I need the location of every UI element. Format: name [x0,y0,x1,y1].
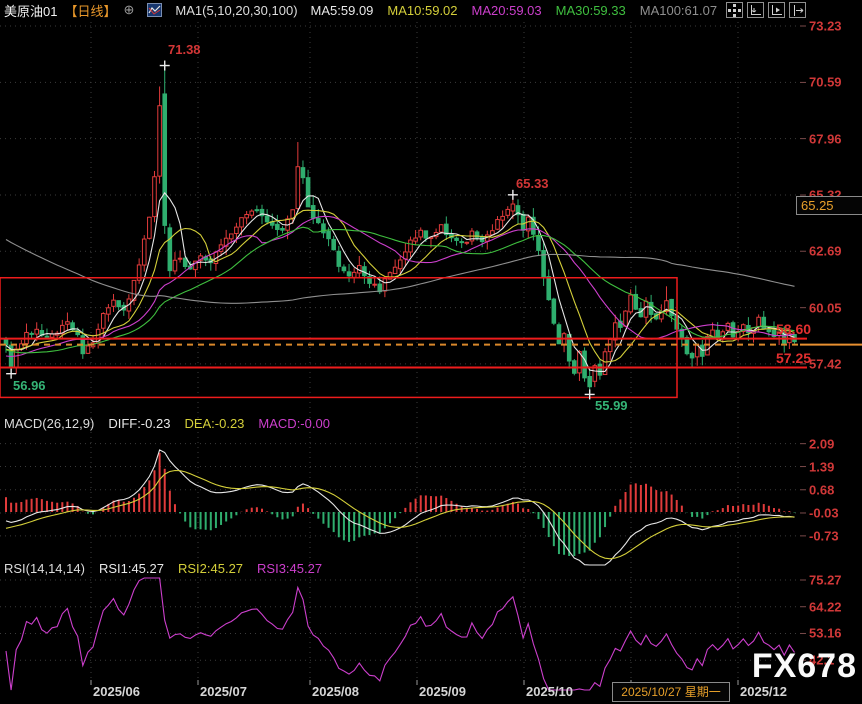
rsi-legend: RSI1:45.27 RSI2:45.27 RSI3:45.27 [99,561,322,576]
ma-value-label: MA10:59.02 [387,3,457,18]
price-axis-tick: 60.05 [809,300,861,315]
ma-value-label: MA5:59.09 [311,3,374,18]
macd-axis-tick: 0.68 [809,482,861,497]
ma-value-label: MA100:61.07 [640,3,717,18]
hline2-price-label: 57.25 [776,350,811,366]
trading-chart-window: 美原油01 【日线】 ⊕ MA1(5,10,20,30,100) MA5:59.… [0,0,862,704]
price-axis-tick: 70.59 [809,75,861,90]
annotation-high-2: 65.33 [516,176,549,191]
ma-value-label: MA30:59.33 [556,3,626,18]
time-axis-label: 2025/12 [740,684,787,699]
macd-axis-tick: -0.73 [809,528,861,543]
macd-axis-tick: 1.39 [809,459,861,474]
rsi-value-label: RSI2:45.27 [178,561,243,576]
annotation-low-1: 56.96 [13,378,46,393]
rsi-axis-tick: 75.27 [809,573,861,588]
time-axis-label: 2025/07 [200,684,247,699]
fx678-watermark: FX678 [752,647,857,686]
chart-header: 美原油01 【日线】 ⊕ MA1(5,10,20,30,100) MA5:59.… [4,0,717,20]
rsi-axis-tick: 53.16 [809,626,861,641]
time-axis-label: 2025/09 [419,684,466,699]
time-axis-label: 2025/08 [312,684,359,699]
macd-value-label: MACD:-0.00 [258,416,330,431]
rsi-axis-tick: 64.22 [809,599,861,614]
macd-header: MACD(26,12,9) DIFF:-0.23 DEA:-0.23 MACD:-0… [4,416,330,431]
chart-toolbar [726,2,806,18]
macd-value-label: DIFF:-0.23 [108,416,170,431]
axis-price-marker: 65.25 [796,196,862,215]
price-axis-tick: 57.42 [809,356,861,371]
mini-chart-icon[interactable] [147,3,162,17]
rsi-value-label: RSI1:45.27 [99,561,164,576]
symbol-name: 美原油01 [4,1,57,20]
rsi-value-label: RSI3:45.27 [257,561,322,576]
rsi-header: RSI(14,14,14) RSI1:45.27 RSI2:45.27 RSI3:4… [4,561,322,576]
macd-axis-tick: 2.09 [809,436,861,451]
chart-canvas[interactable] [0,0,862,704]
macd-legend: DIFF:-0.23 DEA:-0.23 MACD:-0.00 [108,416,330,431]
timeframe-label[interactable]: 【日线】 [64,1,116,20]
move-chart-icon[interactable] [726,2,743,18]
macd-title: MACD(26,12,9) [4,416,94,431]
ma-legend: MA5:59.09 MA10:59.02 MA20:59.03 MA30:59.33 M… [311,3,718,18]
collapse-icon[interactable]: ⊕ [123,2,134,18]
time-axis-label: 2025/06 [93,684,140,699]
pan-right-icon[interactable] [789,2,806,18]
scale-right-icon[interactable] [768,2,785,18]
time-axis-label: 2025/10 [526,684,573,699]
macd-axis-tick: -0.03 [809,505,861,520]
hline1-price-label: 58.60 [776,321,811,337]
scale-left-icon[interactable] [747,2,764,18]
macd-value-label: DEA:-0.23 [184,416,244,431]
price-axis-tick: 73.23 [809,19,861,34]
ma-value-label: MA20:59.03 [472,3,542,18]
annotation-low-2: 55.99 [595,398,628,413]
price-axis-tick: 67.96 [809,131,861,146]
rsi-title: RSI(14,14,14) [4,561,85,576]
crosshair-date-label: 2025/10/27 星期一 [612,682,730,702]
price-axis-tick: 62.69 [809,244,861,259]
ma-settings-label: MA1(5,10,20,30,100) [175,3,297,18]
annotation-high-1: 71.38 [168,42,201,57]
